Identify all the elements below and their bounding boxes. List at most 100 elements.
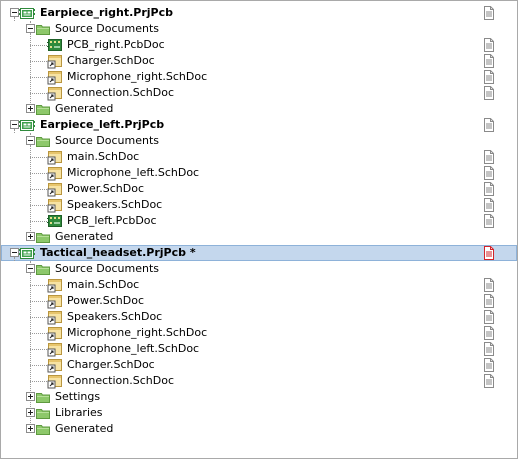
document-row[interactable]: Microphone_right.SchDoc — [1, 69, 517, 85]
tree-connector — [14, 257, 15, 261]
tree-connector — [14, 129, 15, 133]
schematic-document-icon — [47, 69, 63, 85]
document-row[interactable]: Connection.SchDoc — [1, 373, 517, 389]
expand-toggle-icon[interactable] — [26, 104, 35, 113]
document-name: Power.SchDoc — [67, 294, 144, 307]
project-tree[interactable]: Earpiece_right.PrjPcb Source Documents PCB… — [1, 5, 517, 437]
tree-connector — [30, 349, 47, 350]
project-row[interactable]: Earpiece_right.PrjPcb — [1, 5, 517, 21]
pcb-project-icon — [19, 245, 35, 261]
folder-icon — [35, 229, 51, 245]
expand-toggle-icon[interactable] — [26, 424, 35, 433]
document-status-icon — [482, 38, 496, 52]
folder-row[interactable]: Generated — [1, 101, 517, 117]
pcb-project-icon — [19, 117, 35, 133]
tree-connector — [30, 173, 47, 174]
document-status-icon — [482, 166, 496, 180]
document-row[interactable]: PCB_left.PcbDoc — [1, 213, 517, 229]
schematic-document-icon — [47, 293, 63, 309]
document-name: Speakers.SchDoc — [67, 198, 163, 211]
document-status-icon — [482, 294, 496, 308]
project-row[interactable]: Earpiece_left.PrjPcb — [1, 117, 517, 133]
document-name: PCB_left.PcbDoc — [67, 214, 157, 227]
folder-row[interactable]: Settings — [1, 389, 517, 405]
collapse-toggle-icon[interactable] — [10, 8, 19, 17]
folder-name: Source Documents — [55, 134, 159, 147]
folder-row[interactable]: Source Documents — [1, 133, 517, 149]
tree-connector — [30, 133, 31, 237]
document-row[interactable]: PCB_right.PcbDoc — [1, 37, 517, 53]
document-status-icon — [482, 54, 496, 68]
folder-row[interactable]: Generated — [1, 229, 517, 245]
folder-row[interactable]: Source Documents — [1, 261, 517, 277]
tree-connector — [30, 261, 31, 429]
project-name: Tactical_headset.PrjPcb * — [40, 246, 196, 259]
expand-toggle-icon[interactable] — [26, 392, 35, 401]
expand-toggle-icon[interactable] — [26, 232, 35, 241]
document-row[interactable]: Speakers.SchDoc — [1, 197, 517, 213]
folder-name: Settings — [55, 390, 101, 403]
document-status-icon — [482, 326, 496, 340]
document-name: Connection.SchDoc — [67, 86, 174, 99]
document-row[interactable]: Microphone_right.SchDoc — [1, 325, 517, 341]
document-row[interactable]: Microphone_left.SchDoc — [1, 165, 517, 181]
folder-row[interactable]: Libraries — [1, 405, 517, 421]
folder-row[interactable]: Source Documents — [1, 21, 517, 37]
document-status-icon — [482, 310, 496, 324]
document-name: Speakers.SchDoc — [67, 310, 163, 323]
projects-panel: Earpiece_right.PrjPcb Source Documents PCB… — [0, 0, 518, 459]
schematic-document-icon — [47, 53, 63, 69]
folder-name: Source Documents — [55, 262, 159, 275]
expand-toggle-icon[interactable] — [26, 408, 35, 417]
document-row[interactable]: Microphone_left.SchDoc — [1, 341, 517, 357]
document-row[interactable]: Speakers.SchDoc — [1, 309, 517, 325]
document-row[interactable]: Charger.SchDoc — [1, 53, 517, 69]
document-name: Microphone_right.SchDoc — [67, 326, 208, 339]
collapse-toggle-icon[interactable] — [26, 264, 35, 273]
collapse-toggle-icon[interactable] — [10, 248, 19, 257]
document-row[interactable]: Power.SchDoc — [1, 293, 517, 309]
document-row[interactable]: main.SchDoc — [1, 277, 517, 293]
tree-connector — [30, 21, 31, 109]
document-row[interactable]: Power.SchDoc — [1, 181, 517, 197]
tree-connector — [30, 285, 47, 286]
folder-name: Generated — [55, 230, 114, 243]
document-name: PCB_right.PcbDoc — [67, 38, 165, 51]
folder-name: Generated — [55, 422, 114, 435]
tree-connector — [30, 77, 47, 78]
document-name: main.SchDoc — [67, 150, 140, 163]
document-name: Charger.SchDoc — [67, 358, 155, 371]
folder-row[interactable]: Generated — [1, 421, 517, 437]
project-row[interactable]: Tactical_headset.PrjPcb * — [1, 245, 517, 261]
project-name: Earpiece_left.PrjPcb — [40, 118, 165, 131]
tree-connector — [30, 157, 47, 158]
tree-connector — [30, 189, 47, 190]
document-row[interactable]: Charger.SchDoc — [1, 357, 517, 373]
schematic-document-icon — [47, 309, 63, 325]
document-name: Power.SchDoc — [67, 182, 144, 195]
modified-document-icon — [482, 246, 496, 260]
folder-icon — [35, 261, 51, 277]
tree-connector — [30, 205, 47, 206]
schematic-document-icon — [47, 357, 63, 373]
folder-icon — [35, 133, 51, 149]
tree-connector — [14, 17, 15, 21]
collapse-toggle-icon[interactable] — [26, 24, 35, 33]
document-status-icon — [482, 6, 496, 20]
tree-connector — [30, 317, 47, 318]
collapse-toggle-icon[interactable] — [10, 120, 19, 129]
document-status-icon — [482, 374, 496, 388]
project-name: Earpiece_right.PrjPcb — [40, 6, 173, 19]
tree-connector — [30, 301, 47, 302]
folder-icon — [35, 101, 51, 117]
document-row[interactable]: Connection.SchDoc — [1, 85, 517, 101]
document-status-icon — [482, 150, 496, 164]
document-name: Charger.SchDoc — [67, 54, 155, 67]
collapse-toggle-icon[interactable] — [26, 136, 35, 145]
document-name: Connection.SchDoc — [67, 374, 174, 387]
tree-connector — [30, 381, 47, 382]
document-status-icon — [482, 278, 496, 292]
document-name: Microphone_right.SchDoc — [67, 70, 208, 83]
document-row[interactable]: main.SchDoc — [1, 149, 517, 165]
tree-connector — [30, 221, 47, 222]
